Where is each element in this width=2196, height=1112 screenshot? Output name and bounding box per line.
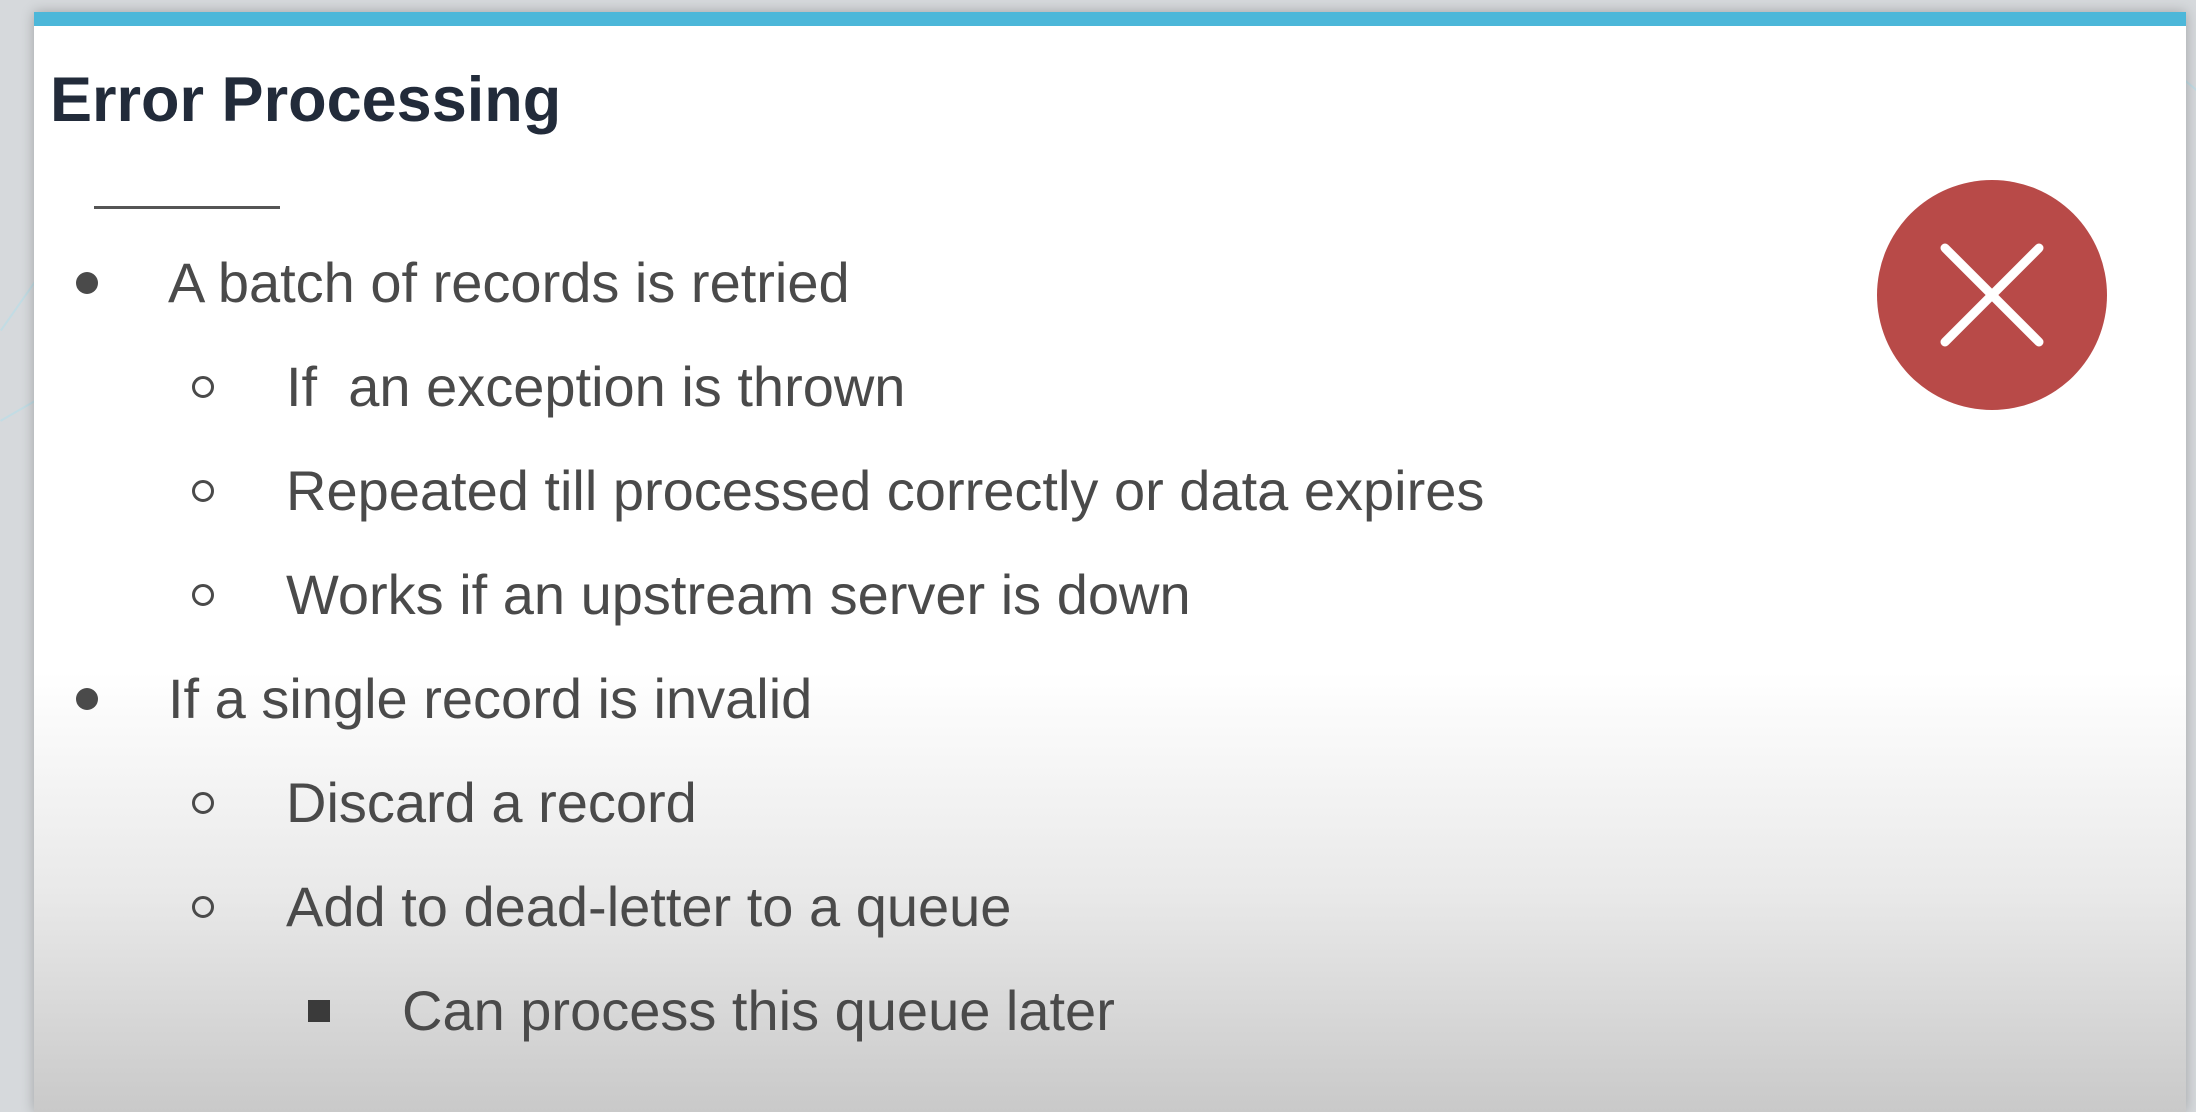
bullet-item: A batch of records is retried [76, 250, 850, 315]
bullet-circle-icon [192, 479, 214, 502]
bullet-item: If a single record is invalid [76, 666, 812, 731]
bullet-dot-icon [76, 687, 98, 710]
bullet-circle-icon [192, 895, 214, 918]
bullet-text: Works if an upstream server is down [286, 563, 1191, 626]
slide: Error Processing A batch of records is r… [34, 12, 2186, 1112]
bullet-item: If an exception is thrown [192, 354, 905, 419]
slide-title: Error Processing [50, 65, 562, 135]
close-x-icon [1877, 180, 2107, 410]
bullet-item: Add to dead-letter to a queue [192, 874, 1011, 939]
bullet-text: If an exception is thrown [286, 355, 906, 418]
bullet-text: Repeated till processed correctly or dat… [286, 459, 1485, 522]
bullet-item: Repeated till processed correctly or dat… [192, 458, 1484, 523]
bullet-text: Add to dead-letter to a queue [286, 875, 1012, 938]
bullet-text: Discard a record [286, 771, 697, 834]
slide-accent-bar [34, 12, 2186, 26]
bullet-item: Works if an upstream server is down [192, 562, 1191, 627]
x-mark-icon [1940, 243, 2044, 347]
bullet-circle-icon [192, 791, 214, 814]
bullet-item: Can process this queue later [308, 978, 1115, 1043]
bullet-text: A batch of records is retried [168, 251, 850, 314]
background-line [0, 400, 36, 422]
bullet-square-icon [308, 999, 330, 1022]
bullet-text: Can process this queue later [402, 979, 1115, 1042]
title-underline [94, 206, 280, 209]
bullet-text: If a single record is invalid [168, 667, 813, 730]
background-line [2184, 80, 2196, 101]
bullet-circle-icon [192, 583, 214, 606]
bullet-item: Discard a record [192, 770, 697, 835]
bullet-dot-icon [76, 271, 98, 294]
bullet-circle-icon [192, 375, 214, 398]
